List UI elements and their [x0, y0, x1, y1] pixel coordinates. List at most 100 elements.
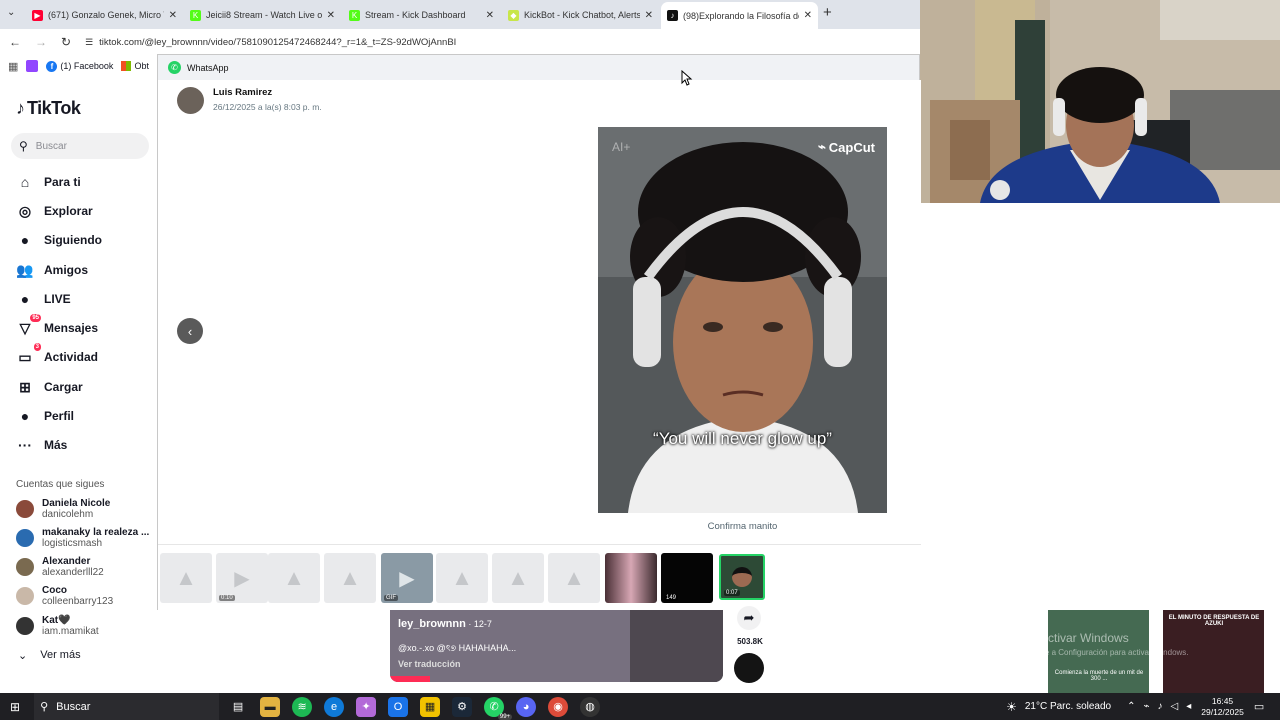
- nav-item[interactable]: ⌂ Para ti: [16, 173, 81, 191]
- nav-item[interactable]: ● LIVE: [16, 290, 71, 308]
- avatar: [16, 617, 34, 635]
- steam-icon[interactable]: ⚙: [452, 696, 473, 717]
- nav-item[interactable]: ◎ Explorar: [16, 202, 93, 220]
- weather-icon: ☀: [1006, 699, 1017, 714]
- media-thumbnail[interactable]: ▲: [548, 553, 600, 603]
- search-input[interactable]: Buscar: [36, 141, 67, 152]
- media-thumbnail[interactable]: ▲: [492, 553, 544, 603]
- nav-item[interactable]: ● Siguiendo: [16, 231, 102, 249]
- avatar: [16, 558, 34, 576]
- media-thumbnail[interactable]: 0:07: [719, 554, 765, 600]
- nav-label: Mensajes: [44, 321, 99, 335]
- nav-label: Más: [44, 438, 68, 452]
- media-thumbnail[interactable]: ▲: [324, 553, 376, 603]
- new-tab-button[interactable]: +: [823, 4, 832, 21]
- share-button[interactable]: ➦: [737, 606, 761, 630]
- edge-icon[interactable]: e: [324, 696, 345, 717]
- start-button[interactable]: ⊞: [10, 700, 20, 714]
- clock[interactable]: 16:45 29/12/2025: [1201, 696, 1244, 718]
- account-name: Coco: [42, 585, 67, 596]
- mic-icon[interactable]: ♪: [1158, 701, 1163, 712]
- close-icon[interactable]: ✕: [169, 10, 177, 21]
- whatsapp-taskbar-icon[interactable]: ✆ 99+: [484, 696, 513, 720]
- browser-tab[interactable]: K Jeicii8 Stream - Watch Live on K ✕: [184, 4, 341, 26]
- discord-icon[interactable]: ◕: [516, 696, 537, 717]
- window-title: WhatsApp: [187, 62, 229, 73]
- volume-icon[interactable]: ◁: [1171, 701, 1179, 712]
- speaker-icon[interactable]: ◂: [1186, 701, 1191, 712]
- whatsapp-badge: 99+: [497, 713, 513, 720]
- bookmark-label: (1) Facebook: [60, 61, 114, 71]
- followed-account[interactable]: Alexander alexanderlll22: [16, 556, 104, 578]
- sender-avatar[interactable]: [177, 87, 204, 114]
- browser-tab[interactable]: ◆ KickBot - Kick Chatbot, Alerts, T ✕: [502, 4, 659, 26]
- apps-grid-icon[interactable]: ▦: [8, 60, 18, 73]
- nav-item[interactable]: ▭ 3 Actividad: [16, 343, 98, 366]
- video-player[interactable]: AI+ ⌁ CapCut “You will never glow up”: [598, 127, 887, 513]
- nav-item[interactable]: ··· Más: [16, 436, 67, 454]
- close-icon[interactable]: ✕: [804, 10, 812, 21]
- browser-tab[interactable]: ♪ (98)Explorando la Filosofía de D ✕: [661, 2, 818, 29]
- media-thumbnail[interactable]: ▲: [436, 553, 488, 603]
- close-icon[interactable]: ✕: [327, 10, 335, 21]
- notification-icon[interactable]: ▭: [1254, 700, 1264, 713]
- see-more-link[interactable]: ⌄ Ver más: [18, 649, 81, 662]
- account-name: Daniela Nicole: [42, 498, 111, 509]
- nav-item[interactable]: 👥 Amigos: [16, 261, 88, 279]
- media-thumbnail[interactable]: ▲: [160, 553, 212, 603]
- media-thumbnail[interactable]: 149: [661, 553, 713, 603]
- previous-media-button[interactable]: ‹: [177, 318, 203, 344]
- chrome-icon[interactable]: ◉: [548, 696, 569, 717]
- ai-mark: AI+: [612, 140, 631, 154]
- feed-author[interactable]: ley_brownnn · 12-7: [398, 618, 492, 630]
- copilot-icon[interactable]: ✦: [356, 696, 377, 717]
- nav-item[interactable]: ▽ 95 Mensajes: [16, 314, 99, 337]
- media-thumbnail[interactable]: ▶ 0:10: [216, 553, 268, 603]
- outlook-icon[interactable]: O: [388, 696, 409, 717]
- file-explorer-icon[interactable]: ▬: [260, 696, 281, 717]
- site-info-icon[interactable]: ☰: [85, 37, 93, 48]
- close-icon[interactable]: ✕: [645, 10, 653, 21]
- capcut-watermark: ⌁ CapCut: [818, 139, 875, 155]
- back-icon[interactable]: ←: [9, 35, 21, 49]
- sound-disc[interactable]: [734, 653, 764, 683]
- translate-link[interactable]: Ver traducción: [398, 659, 461, 669]
- reload-icon[interactable]: ↻: [61, 35, 71, 49]
- followed-account[interactable]: Daniela Nicole danicolehm: [16, 498, 110, 520]
- followed-account[interactable]: Kat🖤 iam.mamikat: [16, 615, 99, 637]
- twitch-icon[interactable]: [26, 60, 39, 72]
- search-icon: ⚲: [40, 701, 49, 713]
- followed-account[interactable]: Coco colleenbarry123: [16, 585, 113, 607]
- feed-author-name: ley_brownnn: [398, 618, 466, 630]
- feed-video-card[interactable]: ley_brownnn · 12-7 @xo.-.xo @ৎ୭ HAHAHAHA…: [390, 610, 723, 682]
- tiktok-logo[interactable]: ♪ TikTok: [16, 98, 81, 119]
- bookmark-facebook[interactable]: f (1) Facebook: [46, 60, 114, 72]
- forward-icon[interactable]: →: [35, 35, 47, 49]
- tab-favicon-icon: K: [190, 9, 201, 21]
- bookmark-label: Obt: [134, 61, 149, 71]
- browser-tab[interactable]: K Stream - Kick Dashboard ✕: [343, 4, 500, 26]
- bookmark-windows[interactable]: Obt: [121, 61, 149, 71]
- url-field[interactable]: tiktok.com/@ley_brownnn/video/7581090125…: [99, 37, 456, 48]
- selected-video-face: [732, 567, 752, 587]
- task-view-icon[interactable]: ▤: [228, 697, 248, 717]
- windows-taskbar: ⊞ ⚲ Buscar ▤ ▬ ≋ e ✦ O ▦ ⚙ ✆ 99+ ◕ ◉ ◍ ☀ …: [0, 693, 1280, 720]
- taskbar-search[interactable]: ⚲ Buscar: [34, 693, 220, 720]
- close-icon[interactable]: ✕: [486, 10, 494, 21]
- tab-search-icon[interactable]: ⌄: [7, 7, 15, 18]
- followed-account[interactable]: makanaky la realeza ... logisticsmash: [16, 527, 149, 549]
- media-thumbnail[interactable]: ▲: [268, 553, 320, 603]
- nav-item[interactable]: ● Perfil: [16, 407, 74, 425]
- weather-text[interactable]: 21°C Parc. soleado: [1025, 701, 1111, 712]
- network-icon[interactable]: ⌁: [1144, 701, 1150, 712]
- nav-item[interactable]: ⊞ Cargar: [16, 378, 83, 396]
- store-icon[interactable]: ▦: [420, 696, 441, 717]
- tray-chevron-icon[interactable]: ⌃: [1127, 701, 1135, 712]
- search-box[interactable]: ⚲ Buscar: [11, 133, 149, 159]
- obs-icon[interactable]: ◍: [580, 696, 601, 717]
- tab-favicon-icon: ♪: [667, 10, 678, 21]
- spotify-icon[interactable]: ≋: [292, 696, 313, 717]
- browser-tab[interactable]: ▶ (671) Gonzalo Genek, Micro TD ✕: [26, 4, 183, 26]
- media-thumbnail[interactable]: [605, 553, 657, 603]
- media-thumbnail[interactable]: ▶ GIF: [381, 553, 433, 603]
